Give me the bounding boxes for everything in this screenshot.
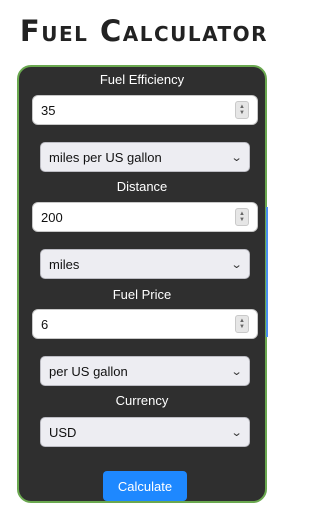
distance-unit-value: miles (49, 256, 80, 272)
chevron-down-icon: ⌄ (230, 426, 243, 439)
chevron-down-icon: ⌄ (230, 151, 243, 164)
panel-accent (266, 207, 268, 337)
number-spinner-icon[interactable]: ▲ ▼ (235, 101, 249, 119)
app-title: Fuel Calculator (19, 14, 269, 48)
fuel-price-label: Fuel Price (112, 287, 172, 302)
fuel-efficiency-value: 35 (41, 102, 56, 118)
efficiency-unit-select[interactable]: miles per US gallon ⌄ (40, 142, 250, 172)
fuel-price-value: 6 (41, 316, 49, 332)
number-spinner-icon[interactable]: ▲ ▼ (235, 208, 249, 226)
price-unit-select[interactable]: per US gallon ⌄ (40, 356, 250, 386)
distance-label: Distance (116, 179, 168, 194)
currency-label: Currency (115, 393, 169, 408)
currency-select[interactable]: USD ⌄ (40, 417, 250, 447)
price-unit-value: per US gallon (49, 363, 128, 379)
fuel-efficiency-input[interactable]: 35 ▲ ▼ (32, 95, 258, 125)
distance-input[interactable]: 200 ▲ ▼ (32, 202, 258, 232)
fuel-price-input[interactable]: 6 ▲ ▼ (32, 309, 258, 339)
number-spinner-icon[interactable]: ▲ ▼ (235, 315, 249, 333)
fuel-efficiency-label: Fuel Efficiency (99, 72, 185, 87)
calculate-button[interactable]: Calculate (103, 471, 187, 501)
distance-value: 200 (41, 209, 63, 225)
currency-value: USD (49, 424, 77, 440)
chevron-down-icon: ⌄ (230, 365, 243, 378)
efficiency-unit-value: miles per US gallon (49, 149, 162, 165)
chevron-down-icon: ⌄ (230, 258, 243, 271)
distance-unit-select[interactable]: miles ⌄ (40, 249, 250, 279)
calculator-panel: Fuel Efficiency 35 ▲ ▼ miles per US gallo… (17, 65, 268, 503)
